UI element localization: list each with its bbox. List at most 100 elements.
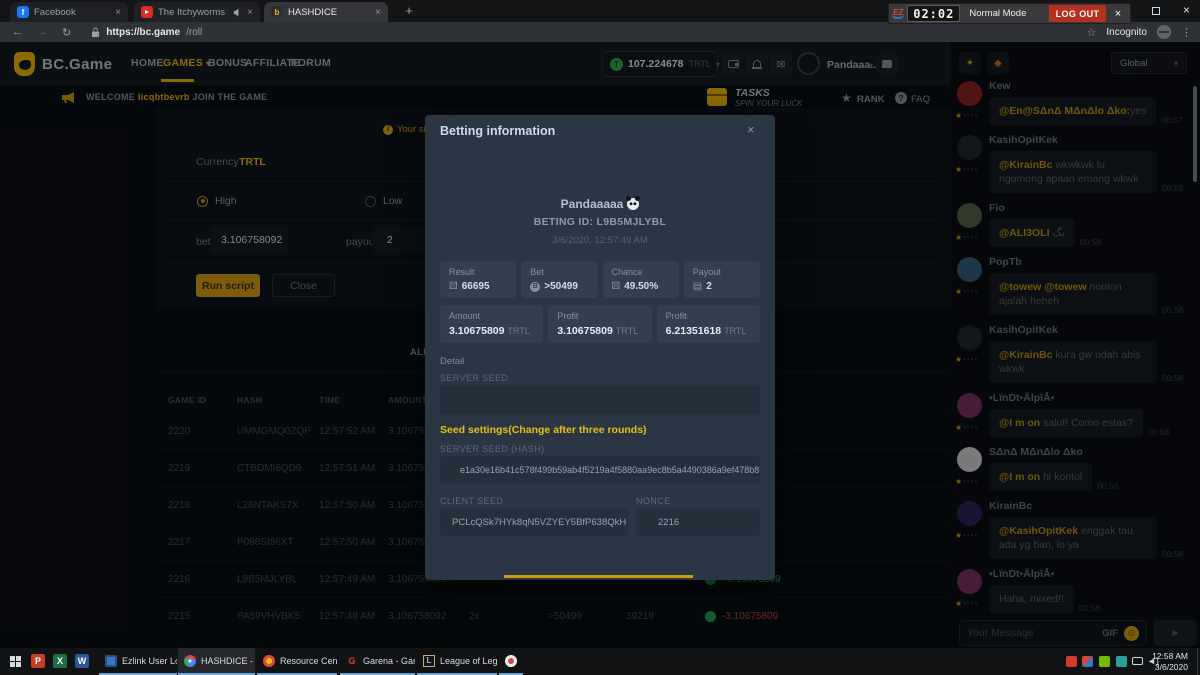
close-tab-icon[interactable]: ×: [375, 7, 381, 18]
chat-username[interactable]: KasihOpitKek: [989, 324, 1189, 336]
chat-username[interactable]: Kew: [989, 80, 1189, 92]
address-bar[interactable]: https://bc.game/roll: [91, 27, 202, 38]
avatar[interactable]: [957, 325, 982, 350]
taskbar-resource-center[interactable]: Resource Center: [257, 648, 337, 675]
chat-hot-button[interactable]: ◆: [987, 52, 1009, 74]
chat-username[interactable]: Fio: [989, 202, 1189, 214]
site-logo[interactable]: BC.Game: [42, 56, 112, 73]
bell-icon: [753, 60, 761, 68]
chat-username[interactable]: KasihOpitKek: [989, 134, 1189, 146]
tray-app-icon[interactable]: [1082, 656, 1093, 667]
level-badge-icon: ★••••: [955, 111, 987, 120]
avatar[interactable]: [957, 501, 982, 526]
taskbar-garena[interactable]: GGarena - Game Cen...: [340, 648, 415, 675]
chat-username[interactable]: SΔnΔ MΔnΔlo Δko: [989, 446, 1189, 458]
tab-label: The Itchyworms x Ely Buend: [158, 7, 228, 18]
nonce-input[interactable]: 2216: [636, 508, 760, 536]
chat-username[interactable]: PopTb: [989, 256, 1189, 268]
tray-antivirus-icon[interactable]: [1116, 656, 1127, 667]
forward-icon[interactable]: →: [37, 26, 48, 38]
close-tab-icon[interactable]: ×: [115, 7, 121, 18]
rank-link[interactable]: RANK: [857, 94, 884, 105]
server-seed-input[interactable]: [440, 386, 760, 414]
high-radio[interactable]: High: [197, 195, 237, 207]
avatar[interactable]: [957, 447, 982, 472]
gif-button[interactable]: GIF: [1102, 628, 1118, 639]
chat-language-dropdown[interactable]: Global▾: [1111, 52, 1187, 74]
tab-facebook[interactable]: f Facebook ×: [10, 2, 128, 22]
chat-games-button[interactable]: ✦: [959, 52, 981, 74]
chat-bubble: @towew @towew nonton ajalah heheh: [989, 273, 1157, 315]
low-radio[interactable]: Low: [365, 195, 402, 207]
nav-bonus[interactable]: BONUS: [208, 57, 247, 69]
league-of-legends-icon: L: [423, 655, 435, 667]
garena-icon: G: [346, 655, 358, 667]
chat-username[interactable]: ▪LïnDt▪ÄlpïÅ▪: [989, 392, 1189, 404]
taskbar-league-of-legends[interactable]: LLeague of Legends: [417, 648, 497, 675]
modal-close-icon[interactable]: ×: [747, 122, 755, 137]
system-clock[interactable]: 12:58 AM3/6/2020: [1152, 651, 1188, 672]
mention: @I m on: [999, 471, 1040, 483]
tab-hashdice[interactable]: b HASHDICE ×: [264, 2, 388, 22]
emoji-button[interactable]: ☺: [1124, 626, 1139, 641]
excel-icon[interactable]: X: [53, 654, 67, 668]
close-tab-icon[interactable]: ×: [247, 7, 253, 18]
chat-username[interactable]: KirainBc: [989, 500, 1189, 512]
mention: @ALI3OLI: [999, 227, 1050, 239]
col-game-id: GAME ID: [168, 395, 237, 405]
tray-garena-icon[interactable]: [1066, 656, 1077, 667]
server-seed-hash-input[interactable]: e1a30e16b41c578f499b59ab4f5219a4f5880aa9…: [440, 456, 760, 484]
window-restore-icon[interactable]: [1152, 7, 1160, 15]
send-button[interactable]: ►: [1154, 620, 1197, 646]
taskbar-pinned-app[interactable]: [499, 648, 523, 675]
avatar[interactable]: [957, 203, 982, 228]
start-button[interactable]: [10, 656, 21, 667]
avatar[interactable]: [957, 135, 982, 160]
tab-youtube[interactable]: The Itchyworms x Ely Buend ×: [134, 2, 260, 22]
avatar[interactable]: [797, 52, 820, 75]
chat-toggle-button[interactable]: [876, 53, 898, 75]
bcgame-logo-icon[interactable]: [14, 52, 35, 76]
window-close-icon[interactable]: ×: [1183, 3, 1190, 17]
chat-sidebar: ✦ ◆ Global▾ Kew★••••@En@SΔnΔ MΔnΔlo Δko:…: [950, 42, 1200, 648]
close-button[interactable]: Close: [272, 274, 335, 297]
avatar[interactable]: [957, 257, 982, 282]
wallet-button[interactable]: [722, 53, 744, 75]
word-icon[interactable]: W: [75, 654, 89, 668]
network-icon[interactable]: [1132, 657, 1143, 665]
balance-amount: 107.224678: [628, 58, 683, 70]
faq-link[interactable]: FAQ: [911, 94, 930, 105]
bookmark-star-icon[interactable]: ☆: [1087, 26, 1097, 39]
client-seed-input[interactable]: PCLcQSk7HYk8qN5VZYEY5BfP638QkH: [440, 508, 628, 536]
run-script-button[interactable]: Run script: [196, 274, 260, 297]
avatar[interactable]: [957, 569, 982, 594]
new-tab-button[interactable]: +: [400, 3, 418, 18]
avatar[interactable]: [957, 393, 982, 418]
gift-box-icon[interactable]: [707, 88, 727, 106]
browser-menu-icon[interactable]: ⋮: [1181, 26, 1192, 39]
notifications-button[interactable]: [746, 53, 768, 75]
chat-input[interactable]: Your Message GIF ☺: [959, 620, 1147, 646]
audio-speaker-icon[interactable]: [233, 8, 242, 17]
powerpoint-icon[interactable]: P: [31, 654, 45, 668]
table-row[interactable]: 2215PA59VHVBK512:57:49 AM3.1067580922x>5…: [155, 597, 950, 634]
nav-home[interactable]: HOME: [131, 57, 164, 69]
logout-button[interactable]: LOG OUT: [1049, 5, 1106, 22]
nav-forum[interactable]: FORUM: [291, 57, 331, 69]
tray-nvidia-icon[interactable]: [1099, 656, 1110, 667]
overlay-close-icon[interactable]: ×: [1109, 8, 1127, 20]
nav-games[interactable]: GAMES ▾: [163, 57, 211, 69]
balance-selector[interactable]: T 107.224678 TRTL ▾: [602, 51, 718, 77]
chat-username[interactable]: ▪LïnDt▪ÄlpïÅ▪: [989, 568, 1189, 580]
chat-bubble: @KirainBc wkwkwk lu ngomong apaan emang …: [989, 151, 1157, 193]
tasks-title[interactable]: TASKS: [735, 87, 770, 99]
messages-button[interactable]: ✉: [770, 53, 792, 75]
taskbar-ezlink[interactable]: Ezlink User Login: [99, 648, 177, 675]
scrollbar-thumb[interactable]: [1193, 86, 1197, 182]
avatar[interactable]: [957, 81, 982, 106]
taskbar-chrome-hashdice[interactable]: HASHDICE - Googl...: [178, 648, 255, 675]
refresh-icon[interactable]: ↻: [62, 26, 71, 39]
bet-amount-input[interactable]: 3.106758092: [211, 227, 288, 253]
back-icon[interactable]: ←: [12, 26, 23, 38]
currency-value[interactable]: TRTL: [239, 156, 266, 168]
